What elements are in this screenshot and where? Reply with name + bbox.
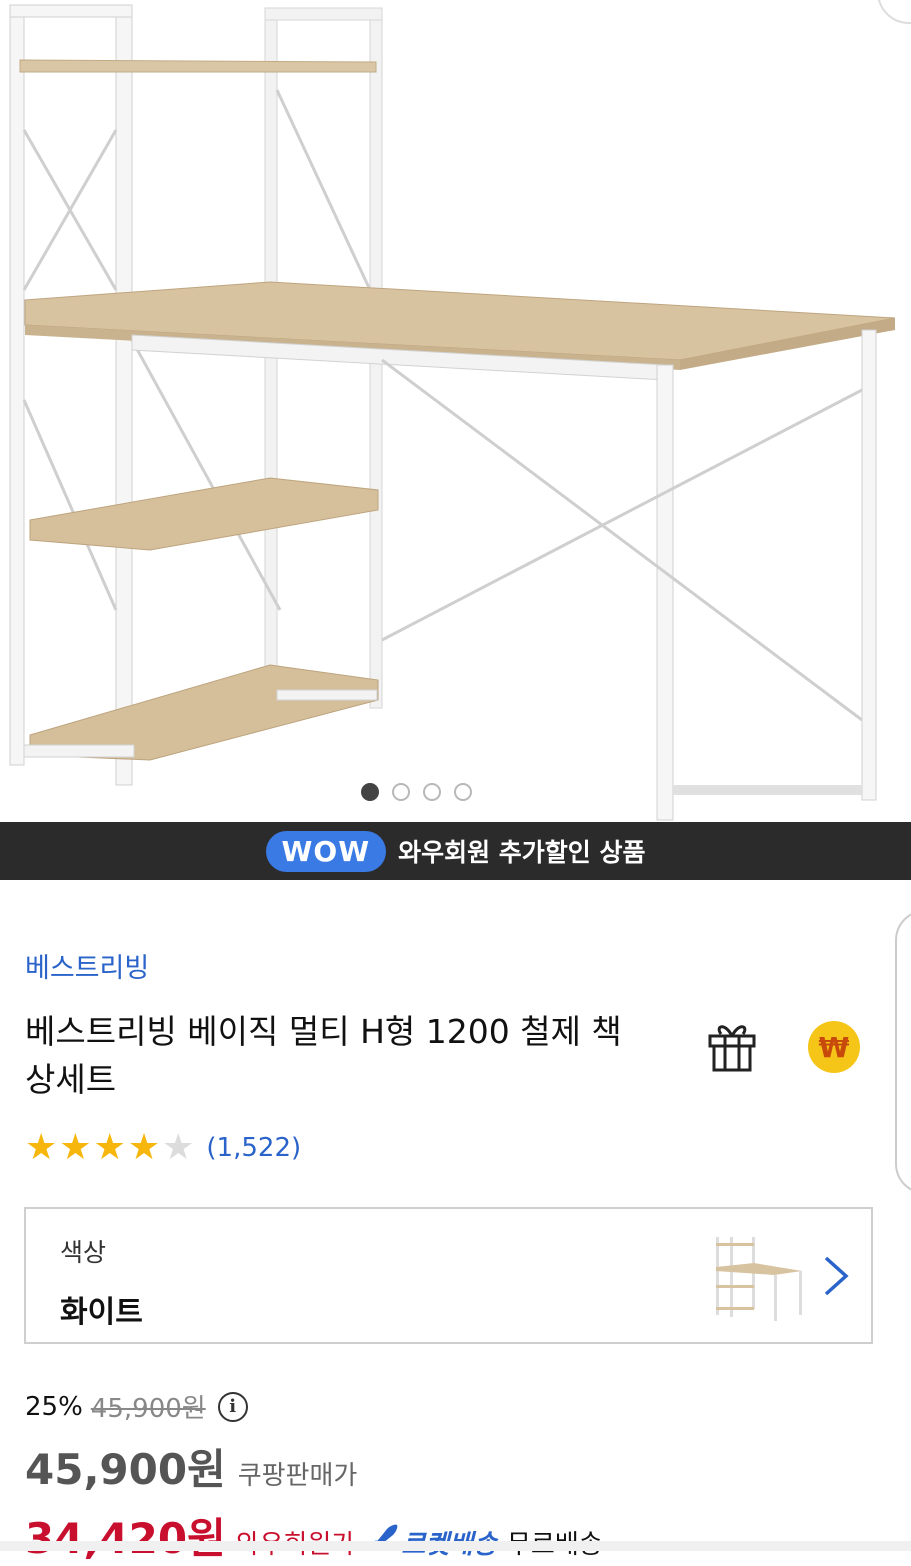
color-option-selector[interactable]: 색상 화이트 xyxy=(24,1207,873,1344)
carousel-dot[interactable] xyxy=(361,783,379,801)
star-icon: ★ xyxy=(25,1127,58,1168)
side-drawer-handle[interactable] xyxy=(895,910,911,1194)
rating[interactable]: ★ ★ ★ ★ ★ (1,522) xyxy=(25,1128,301,1168)
product-title: 베스트리빙 베이직 멀티 H형 1200 철제 책상세트 xyxy=(25,1012,622,1099)
option-value: 화이트 xyxy=(60,1295,143,1330)
chevron-right-icon xyxy=(824,1256,849,1296)
desk-product-image xyxy=(9,4,896,821)
original-price: 45,900원 xyxy=(90,1394,206,1424)
wow-price: 34,420원 xyxy=(25,1514,226,1563)
carousel-dot[interactable] xyxy=(454,783,472,801)
wow-price-row: 34,420원 와우회원가 로켓배송 무료배송 xyxy=(25,1505,603,1566)
carousel-dot[interactable] xyxy=(392,783,410,801)
carousel-indicator xyxy=(0,783,872,801)
product-image-carousel[interactable] xyxy=(0,0,911,822)
star-icon: ★ xyxy=(59,1127,92,1168)
coin-icon[interactable]: ₩ xyxy=(808,1021,860,1073)
discount-row: 25% 45,900원 i xyxy=(25,1388,248,1425)
option-thumbnail xyxy=(716,1237,802,1321)
star-icon: ★ xyxy=(127,1127,161,1168)
brand-link[interactable]: 베스트리빙 xyxy=(25,946,149,985)
gift-icon[interactable] xyxy=(705,1018,759,1074)
star-icon: ★ xyxy=(162,1127,195,1168)
sale-price: 45,900원 xyxy=(25,1445,226,1494)
wow-badge: WOW xyxy=(265,830,387,872)
star-icon: ★ xyxy=(93,1127,126,1168)
sale-price-label: 쿠팡판매가 xyxy=(237,1461,358,1491)
sale-price-row: 45,900원 쿠팡판매가 xyxy=(25,1436,357,1497)
wow-member-banner: WOW 와우회원 추가할인 상품 xyxy=(0,822,911,880)
bottom-divider xyxy=(0,1541,911,1551)
review-count-link[interactable]: (1,522) xyxy=(206,1133,301,1163)
wow-banner-text: 와우회원 추가할인 상품 xyxy=(398,838,646,867)
carousel-dot[interactable] xyxy=(423,783,441,801)
info-icon[interactable]: i xyxy=(217,1391,248,1422)
option-label: 색상 xyxy=(60,1238,107,1267)
discount-percent: 25% xyxy=(25,1391,83,1422)
